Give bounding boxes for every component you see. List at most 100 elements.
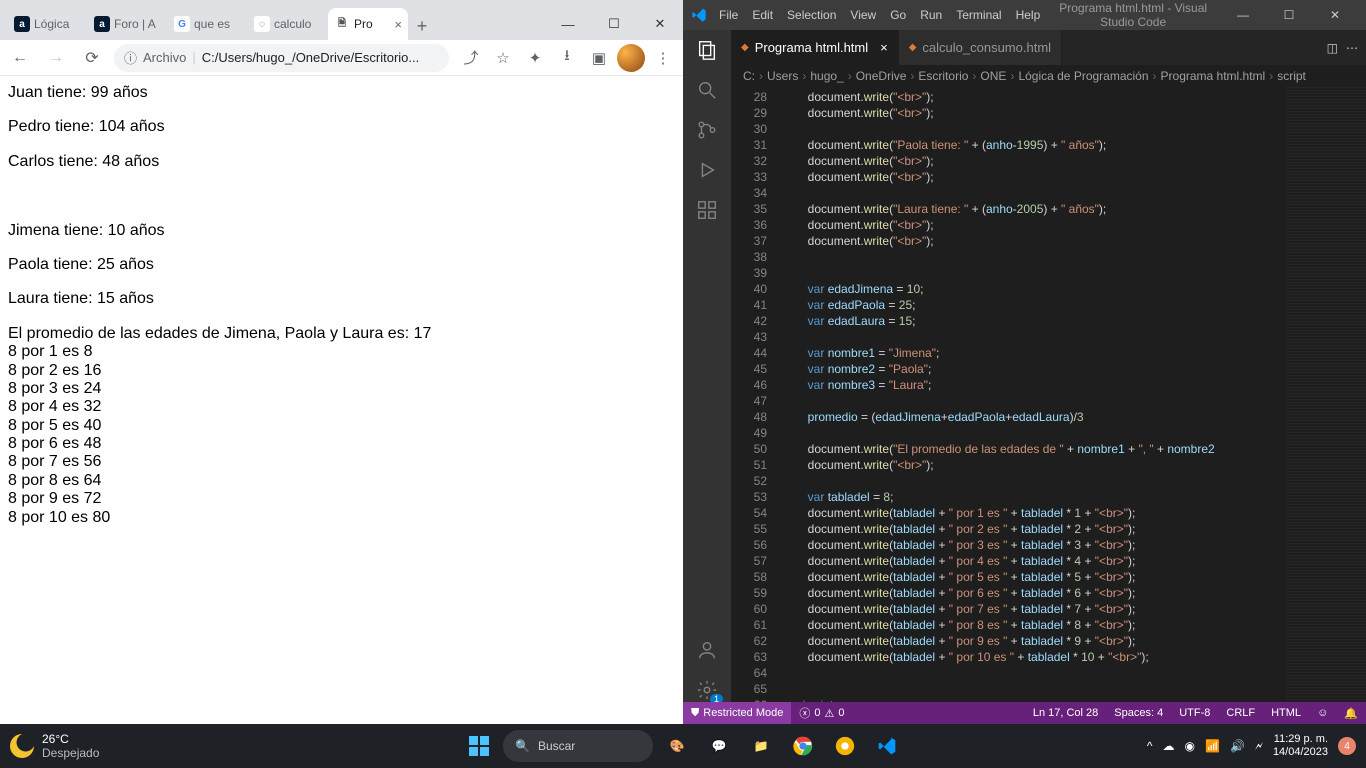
breadcrumb-item[interactable]: script	[1277, 69, 1306, 83]
file-explorer-icon[interactable]: 📁	[743, 728, 779, 764]
breadcrumb-item[interactable]: Users	[767, 69, 798, 83]
extensions-icon[interactable]	[695, 198, 719, 222]
editor-group: ◆Programa html.html× ◆ calculo_consumo.htm…	[731, 30, 1366, 702]
output-line: Pedro tiene: 104 años	[8, 118, 675, 136]
menu-item[interactable]: Terminal	[950, 4, 1007, 26]
weather-widget[interactable]: 26°C Despejado	[0, 732, 109, 760]
problems[interactable]: ⓧ0 ⚠0	[791, 702, 852, 724]
close-button[interactable]: ✕	[637, 8, 683, 40]
edge-icon[interactable]: ◉	[1185, 739, 1195, 753]
menu-icon[interactable]: ⋮	[649, 44, 677, 72]
address-bar[interactable]: ⓘ Archivo | C:/Users/hugo_/OneDrive/Escr…	[114, 44, 449, 72]
menu-item[interactable]: Edit	[746, 4, 779, 26]
menu-item[interactable]: File	[713, 4, 744, 26]
explorer-icon[interactable]	[695, 38, 719, 62]
start-button[interactable]	[461, 728, 497, 764]
eol[interactable]: CRLF	[1218, 707, 1263, 719]
downloads-icon[interactable]: ⭳	[553, 44, 581, 72]
menu-item[interactable]: Selection	[781, 4, 842, 26]
extensions-icon[interactable]: ✦	[521, 44, 549, 72]
wifi-icon[interactable]: 📶	[1205, 739, 1220, 753]
breadcrumb-item[interactable]: Programa html.html	[1161, 69, 1266, 83]
favicon: a	[94, 16, 110, 32]
browser-tab[interactable]: aForo | A	[88, 8, 168, 40]
close-button[interactable]: ✕	[1312, 0, 1358, 30]
line-gutter: 2829303132333435363738394041424344454647…	[731, 87, 781, 702]
favicon: G	[174, 16, 190, 32]
breadcrumb-item[interactable]: Escritorio	[918, 69, 968, 83]
search-box[interactable]: 🔍 Buscar	[503, 730, 653, 762]
settings-icon[interactable]	[695, 678, 719, 702]
editor-tab[interactable]: ◆Programa html.html×	[731, 30, 899, 65]
breadcrumb-item[interactable]: OneDrive	[856, 69, 907, 83]
browser-tab[interactable]: Gque es	[168, 8, 248, 40]
clock[interactable]: 11:29 p. m. 14/04/2023	[1273, 733, 1328, 759]
chevron-right-icon: ›	[972, 69, 976, 83]
menu-item[interactable]: View	[844, 4, 882, 26]
tab-label: calculo_consumo.html	[922, 40, 1051, 55]
more-actions-icon[interactable]: ⋯	[1346, 41, 1358, 55]
breadcrumb-item[interactable]: hugo_	[810, 69, 843, 83]
feedback-icon[interactable]: ☺	[1309, 707, 1336, 719]
search-icon[interactable]	[695, 78, 719, 102]
close-tab-icon[interactable]: ×	[394, 17, 402, 32]
file-icon: ◆	[909, 42, 917, 53]
profile-avatar[interactable]	[617, 44, 645, 72]
paint-app-icon[interactable]: 🎨	[659, 728, 695, 764]
teams-app-icon[interactable]: 💬	[701, 728, 737, 764]
vscode-app-icon[interactable]	[869, 728, 905, 764]
code-area[interactable]: document.write("<br>"); document.write("…	[781, 87, 1286, 702]
notification-badge[interactable]: 4	[1338, 737, 1356, 755]
breadcrumb-item[interactable]: C:	[743, 69, 755, 83]
multiplication-line: 8 por 1 es 8	[8, 343, 675, 361]
minimap[interactable]	[1286, 87, 1366, 702]
back-button[interactable]: ←	[6, 44, 34, 72]
error-icon: ⓧ	[799, 705, 810, 721]
reload-button[interactable]: ⟳	[78, 44, 106, 72]
editor-tab[interactable]: ◆ calculo_consumo.html	[899, 30, 1062, 65]
chrome-canary-icon[interactable]	[827, 728, 863, 764]
editor-tab-actions: ◫ ⋯	[1319, 30, 1366, 65]
favicon: ◌	[254, 16, 270, 32]
cursor-position[interactable]: Ln 17, Col 28	[1025, 707, 1106, 719]
indentation[interactable]: Spaces: 4	[1106, 707, 1171, 719]
onedrive-icon[interactable]: ☁	[1163, 739, 1175, 753]
menu-item[interactable]: Help	[1010, 4, 1047, 26]
maximize-button[interactable]: ☐	[1266, 0, 1312, 30]
restricted-mode[interactable]: ⛊ Restricted Mode	[683, 702, 791, 724]
browser-tab[interactable]: ◌calculo	[248, 8, 328, 40]
breadcrumb[interactable]: C:›Users›hugo_›OneDrive›Escritorio›ONE›L…	[731, 65, 1366, 87]
page-url: C:/Users/hugo_/OneDrive/Escritorio...	[202, 50, 419, 65]
breadcrumb-item[interactable]: Lógica de Programación	[1018, 69, 1148, 83]
browser-tab[interactable]: 🗎Pro×	[328, 8, 408, 40]
browser-tab[interactable]: aLógica	[8, 8, 88, 40]
run-debug-icon[interactable]	[695, 158, 719, 182]
menu-item[interactable]: Go	[884, 4, 912, 26]
forward-button[interactable]: →	[42, 44, 70, 72]
split-editor-icon[interactable]: ◫	[1327, 41, 1338, 55]
encoding[interactable]: UTF-8	[1171, 707, 1218, 719]
chrome-window: aLógicaaForo | AGque es◌calculo🗎Pro× + ―…	[0, 0, 683, 724]
chevron-up-icon[interactable]: ^	[1147, 739, 1153, 753]
menu-item[interactable]: Run	[914, 4, 948, 26]
new-tab-button[interactable]: +	[408, 12, 436, 40]
battery-icon[interactable]: 🗲	[1255, 739, 1263, 754]
close-tab-icon[interactable]: ×	[880, 40, 888, 55]
account-icon[interactable]	[695, 638, 719, 662]
minimize-button[interactable]: ―	[1220, 0, 1266, 30]
breadcrumb-item[interactable]: ONE	[980, 69, 1006, 83]
editor[interactable]: 2829303132333435363738394041424344454647…	[731, 87, 1366, 702]
share-icon[interactable]: ⤴	[457, 44, 485, 72]
source-control-icon[interactable]	[695, 118, 719, 142]
output-line	[8, 187, 675, 205]
notifications-icon[interactable]: 🔔	[1336, 707, 1366, 720]
chrome-app-icon[interactable]	[785, 728, 821, 764]
minimize-button[interactable]: ―	[545, 8, 591, 40]
volume-icon[interactable]: 🔊	[1230, 739, 1245, 753]
language-mode[interactable]: HTML	[1263, 707, 1309, 719]
page-content: Juan tiene: 99 añosPedro tiene: 104 años…	[0, 76, 683, 724]
bookmark-icon[interactable]: ☆	[489, 44, 517, 72]
media-icon[interactable]: ▣	[585, 44, 613, 72]
maximize-button[interactable]: ☐	[591, 8, 637, 40]
taskbar-center: 🔍 Buscar 🎨 💬 📁	[461, 728, 905, 764]
